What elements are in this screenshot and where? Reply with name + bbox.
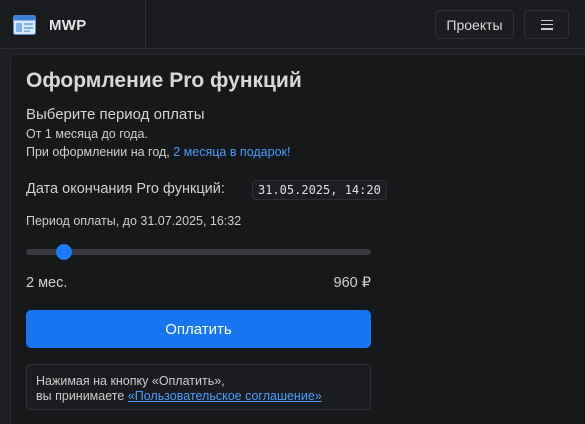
user-agreement-link[interactable]: «Пользовательское соглашение» <box>128 389 322 403</box>
period-range-text: От 1 месяца до года. <box>26 127 148 141</box>
price-value: 960 ₽ <box>333 275 371 291</box>
pay-button[interactable]: Оплатить <box>26 310 371 348</box>
browser-window-icon <box>13 15 36 35</box>
payment-period-label: Период оплаты, до 31.07.2025, 16:32 <box>26 214 242 228</box>
yearly-bonus-text: При оформлении на год, 2 месяца в подаро… <box>26 145 290 159</box>
period-slider[interactable] <box>26 243 371 261</box>
period-subtitle: Выберите период оплаты <box>26 106 205 123</box>
agreement-text-2: вы принимаете «Пользовательское соглашен… <box>36 389 322 403</box>
yearly-bonus-prefix: При оформлении на год, <box>26 145 174 159</box>
slider-thumb[interactable] <box>55 244 72 260</box>
months-value: 2 мес. <box>26 275 68 291</box>
agreement-prefix: вы принимаете <box>36 389 128 403</box>
agreement-text: Нажимая на кнопку «Оплатить», <box>36 374 225 388</box>
yearly-bonus-highlight: 2 месяца в подарок! <box>173 145 291 159</box>
end-date-value: 31.05.2025, 14:20 <box>252 180 387 200</box>
brand[interactable]: MWP <box>0 0 146 48</box>
slider-track[interactable] <box>26 249 371 255</box>
menu-button[interactable] <box>524 10 569 39</box>
app-name: MWP <box>49 17 87 34</box>
top-bar: MWP Проекты <box>0 0 585 49</box>
agreement-notice: Нажимая на кнопку «Оплатить», вы принима… <box>26 364 371 410</box>
projects-button[interactable]: Проекты <box>435 10 514 39</box>
page-title: Оформление Pro функций <box>26 69 302 92</box>
hamburger-menu-icon <box>540 19 553 30</box>
end-date-label: Дата окончания Pro функций: <box>26 181 225 197</box>
